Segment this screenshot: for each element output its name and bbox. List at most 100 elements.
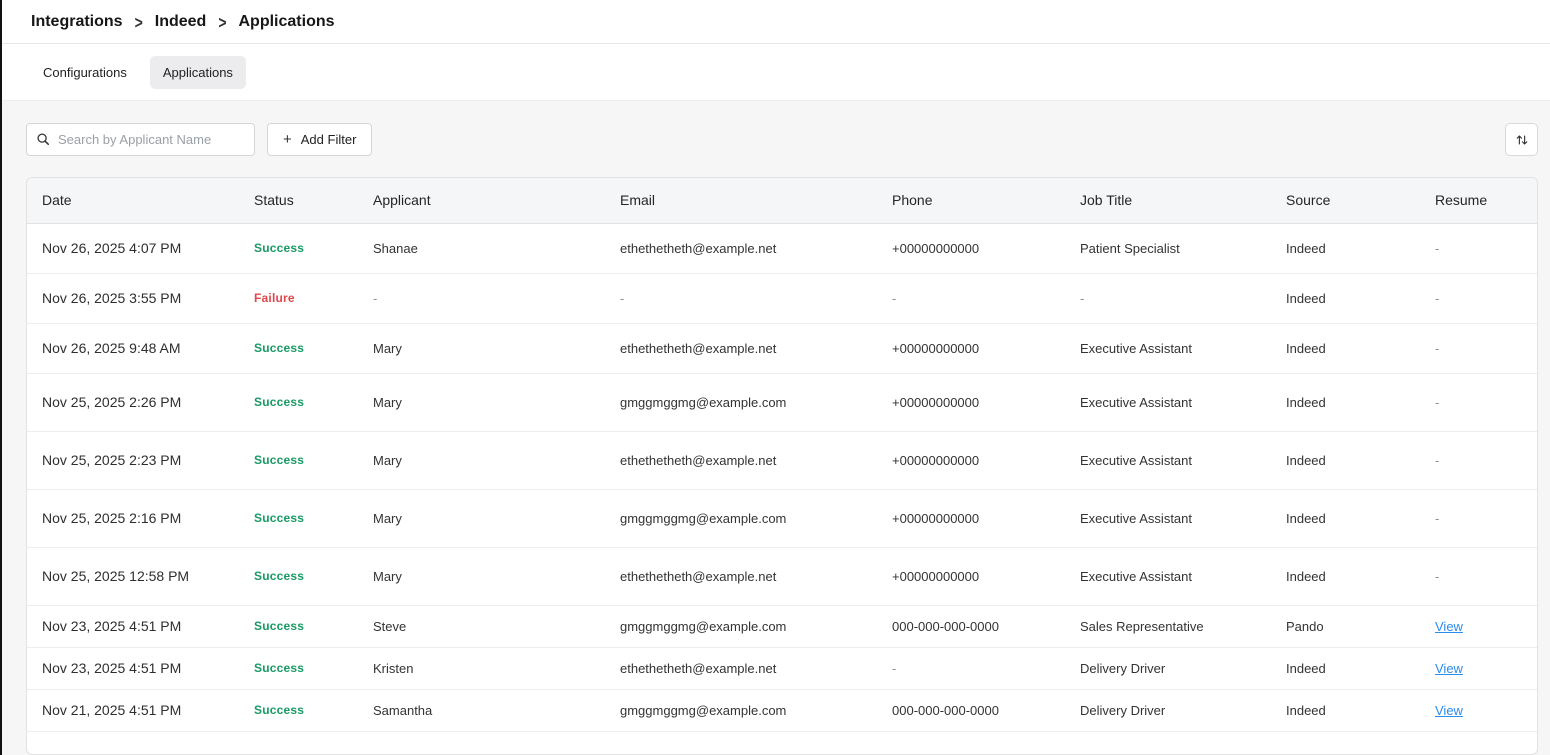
cell-applicant: Shanae bbox=[358, 223, 605, 273]
sort-button[interactable] bbox=[1505, 123, 1538, 156]
search-icon bbox=[36, 132, 50, 146]
cell-job-title: Executive Assistant bbox=[1065, 323, 1271, 373]
breadcrumb-item-indeed[interactable]: Indeed bbox=[155, 13, 207, 31]
cell-applicant: Steve bbox=[358, 605, 605, 647]
cell-applicant: Mary bbox=[358, 373, 605, 431]
cell-source: Indeed bbox=[1271, 689, 1420, 731]
breadcrumb-separator-icon: > bbox=[135, 12, 143, 32]
cell-date: Nov 25, 2025 2:26 PM bbox=[27, 373, 239, 431]
cell-status: Success bbox=[239, 605, 358, 647]
cell-job-title: Executive Assistant bbox=[1065, 431, 1271, 489]
table-row[interactable]: Nov 23, 2025 4:51 PM Success Steve gmggm… bbox=[27, 605, 1537, 647]
sort-arrows-icon bbox=[1515, 133, 1529, 147]
applications-table-body: Nov 26, 2025 4:07 PM Success Shanae ethe… bbox=[27, 223, 1537, 731]
cell-source: Indeed bbox=[1271, 273, 1420, 323]
cell-status: Success bbox=[239, 547, 358, 605]
cell-date: Nov 25, 2025 12:58 PM bbox=[27, 547, 239, 605]
column-header-date: Date bbox=[27, 178, 239, 223]
resume-view-link[interactable]: View bbox=[1435, 661, 1463, 676]
cell-date: Nov 26, 2025 9:48 AM bbox=[27, 323, 239, 373]
resume-view-link[interactable]: View bbox=[1435, 703, 1463, 718]
table-row[interactable]: Nov 25, 2025 2:26 PM Success Mary gmggmg… bbox=[27, 373, 1537, 431]
table-row[interactable]: Nov 25, 2025 12:58 PM Success Mary ethet… bbox=[27, 547, 1537, 605]
cell-source: Indeed bbox=[1271, 489, 1420, 547]
cell-source: Indeed bbox=[1271, 223, 1420, 273]
cell-resume: View bbox=[1420, 689, 1537, 731]
tabs-bar: Configurations Applications bbox=[2, 44, 1550, 101]
cell-date: Nov 23, 2025 4:51 PM bbox=[27, 605, 239, 647]
table-row[interactable]: Nov 25, 2025 2:16 PM Success Mary gmggmg… bbox=[27, 489, 1537, 547]
cell-applicant: Kristen bbox=[358, 647, 605, 689]
breadcrumb-item-applications[interactable]: Applications bbox=[239, 13, 335, 31]
cell-source: Indeed bbox=[1271, 323, 1420, 373]
column-header-email: Email bbox=[605, 178, 877, 223]
table-row[interactable]: Nov 25, 2025 2:23 PM Success Mary etheth… bbox=[27, 431, 1537, 489]
add-filter-button[interactable]: + Add Filter bbox=[267, 123, 372, 156]
applications-table-card: Date Status Applicant Email Phone Job Ti… bbox=[26, 177, 1538, 755]
cell-date: Nov 26, 2025 3:55 PM bbox=[27, 273, 239, 323]
table-row[interactable]: Nov 21, 2025 4:51 PM Success Samantha gm… bbox=[27, 689, 1537, 731]
cell-email: ethethetheth@example.net bbox=[605, 547, 877, 605]
column-header-status: Status bbox=[239, 178, 358, 223]
cell-resume: - bbox=[1420, 273, 1537, 323]
add-filter-label: Add Filter bbox=[301, 132, 357, 147]
table-row[interactable]: Nov 26, 2025 3:55 PM Failure - - - - Ind… bbox=[27, 273, 1537, 323]
breadcrumb-item-integrations[interactable]: Integrations bbox=[31, 13, 123, 31]
cell-job-title: Executive Assistant bbox=[1065, 547, 1271, 605]
cell-email: ethethetheth@example.net bbox=[605, 431, 877, 489]
table-row[interactable]: Nov 26, 2025 9:48 AM Success Mary etheth… bbox=[27, 323, 1537, 373]
cell-applicant: Mary bbox=[358, 547, 605, 605]
integrations-applications-page: Integrations > Indeed > Applications Con… bbox=[0, 0, 1550, 755]
cell-status: Success bbox=[239, 489, 358, 547]
cell-job-title: Executive Assistant bbox=[1065, 489, 1271, 547]
cell-source: Pando bbox=[1271, 605, 1420, 647]
cell-status: Success bbox=[239, 223, 358, 273]
cell-status: Success bbox=[239, 373, 358, 431]
cell-status: Success bbox=[239, 431, 358, 489]
tab-configurations[interactable]: Configurations bbox=[30, 56, 140, 89]
table-row[interactable]: Nov 26, 2025 4:07 PM Success Shanae ethe… bbox=[27, 223, 1537, 273]
cell-job-title: Delivery Driver bbox=[1065, 689, 1271, 731]
cell-email: gmggmggmg@example.com bbox=[605, 489, 877, 547]
cell-applicant: Samantha bbox=[358, 689, 605, 731]
cell-date: Nov 23, 2025 4:51 PM bbox=[27, 647, 239, 689]
cell-phone: +00000000000 bbox=[877, 373, 1065, 431]
applications-table: Date Status Applicant Email Phone Job Ti… bbox=[27, 178, 1537, 732]
cell-applicant: Mary bbox=[358, 323, 605, 373]
cell-email: gmggmggmg@example.com bbox=[605, 689, 877, 731]
cell-source: Indeed bbox=[1271, 431, 1420, 489]
cell-resume: - bbox=[1420, 431, 1537, 489]
column-header-applicant: Applicant bbox=[358, 178, 605, 223]
cell-applicant: Mary bbox=[358, 431, 605, 489]
cell-email: gmggmggmg@example.com bbox=[605, 373, 877, 431]
cell-resume: - bbox=[1420, 547, 1537, 605]
cell-phone: +00000000000 bbox=[877, 323, 1065, 373]
breadcrumb: Integrations > Indeed > Applications bbox=[2, 0, 1550, 44]
cell-date: Nov 25, 2025 2:16 PM bbox=[27, 489, 239, 547]
cell-phone: - bbox=[877, 647, 1065, 689]
cell-source: Indeed bbox=[1271, 647, 1420, 689]
cell-source: Indeed bbox=[1271, 373, 1420, 431]
cell-job-title: Delivery Driver bbox=[1065, 647, 1271, 689]
cell-date: Nov 26, 2025 4:07 PM bbox=[27, 223, 239, 273]
cell-status: Success bbox=[239, 323, 358, 373]
cell-phone: +00000000000 bbox=[877, 489, 1065, 547]
cell-source: Indeed bbox=[1271, 547, 1420, 605]
cell-date: Nov 21, 2025 4:51 PM bbox=[27, 689, 239, 731]
search-box bbox=[26, 123, 255, 156]
cell-status: Failure bbox=[239, 273, 358, 323]
cell-status: Success bbox=[239, 689, 358, 731]
resume-view-link[interactable]: View bbox=[1435, 619, 1463, 634]
search-input[interactable] bbox=[26, 123, 255, 156]
table-row[interactable]: Nov 23, 2025 4:51 PM Success Kristen eth… bbox=[27, 647, 1537, 689]
plus-icon: + bbox=[283, 132, 292, 147]
column-header-source: Source bbox=[1271, 178, 1420, 223]
cell-phone: 000-000-000-0000 bbox=[877, 605, 1065, 647]
tab-applications[interactable]: Applications bbox=[150, 56, 246, 89]
cell-resume: View bbox=[1420, 605, 1537, 647]
column-header-phone: Phone bbox=[877, 178, 1065, 223]
applications-content: + Add Filter Date Stat bbox=[2, 101, 1550, 755]
toolbar: + Add Filter bbox=[26, 123, 1538, 156]
cell-email: ethethetheth@example.net bbox=[605, 323, 877, 373]
cell-job-title: Sales Representative bbox=[1065, 605, 1271, 647]
